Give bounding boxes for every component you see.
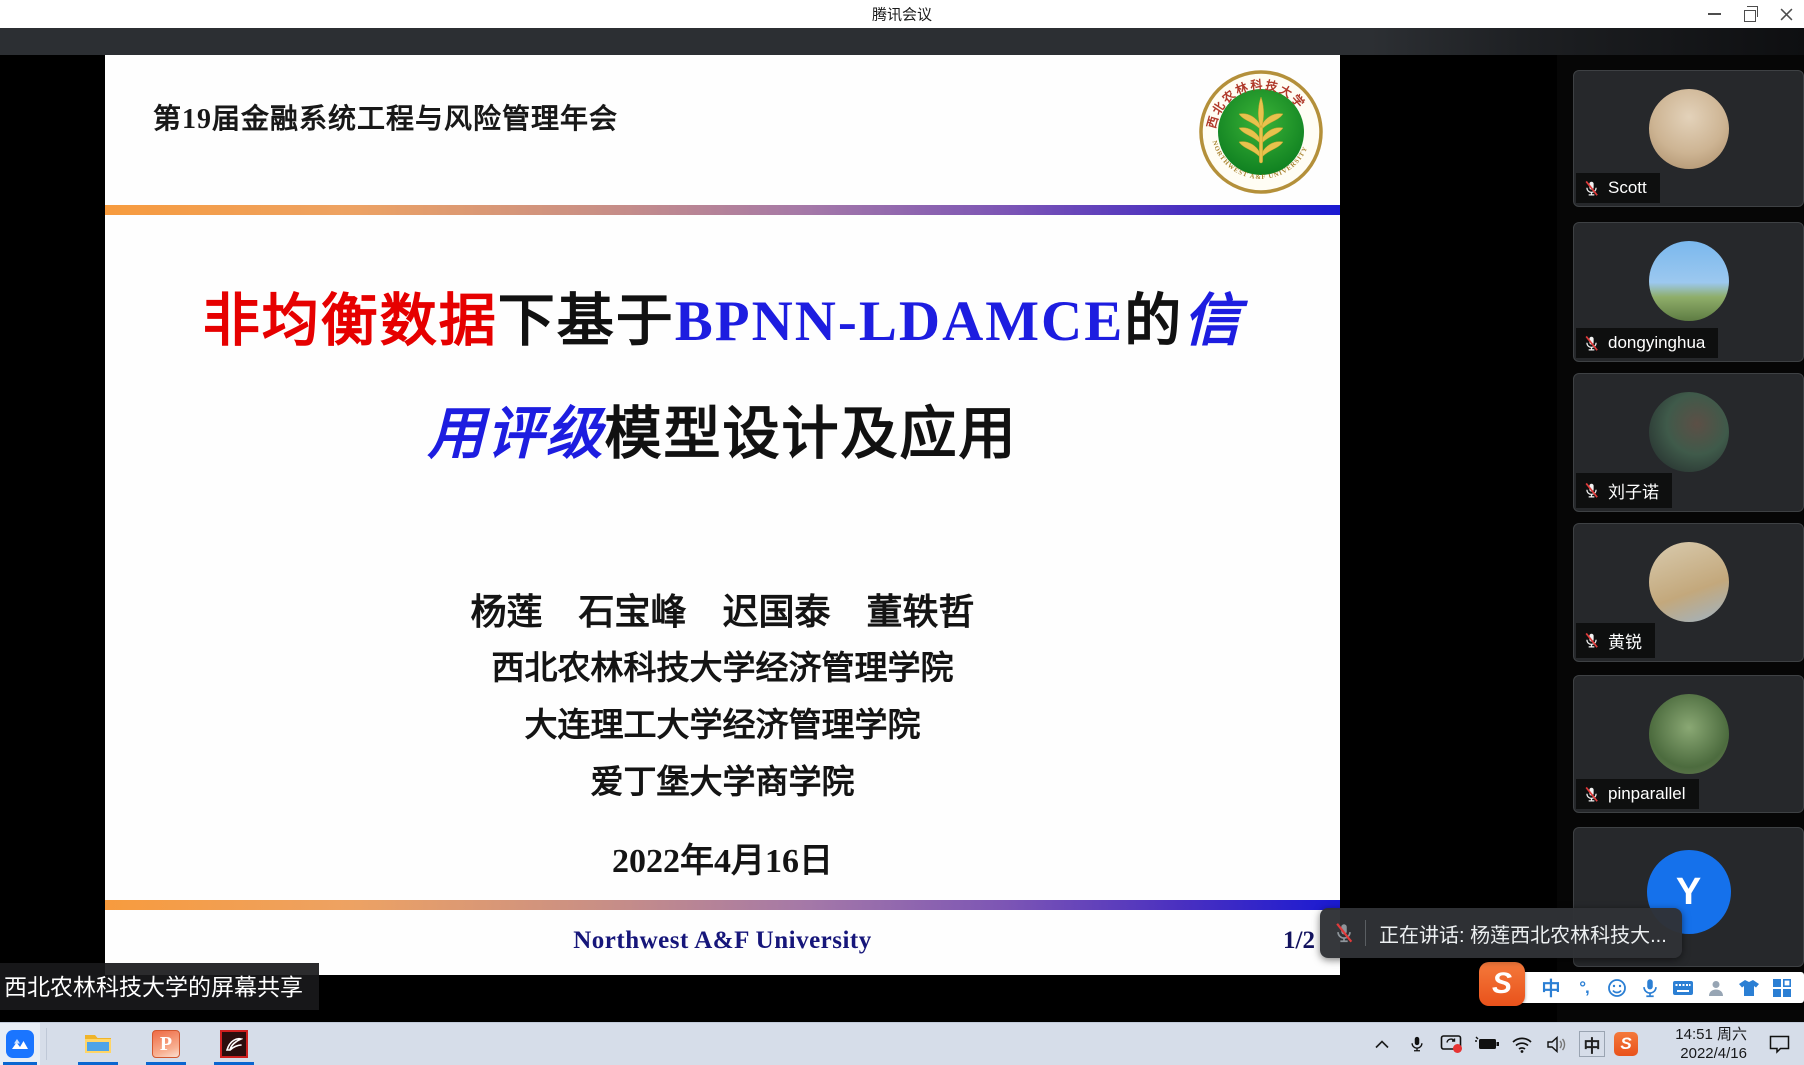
voice-input-icon[interactable] — [1636, 974, 1664, 1002]
window-title: 腾讯会议 — [872, 4, 932, 25]
ime-language-toggle[interactable]: 中 — [1537, 974, 1565, 1002]
powerpoint-icon: P — [152, 1030, 180, 1058]
tray-sogou-icon[interactable]: S — [1614, 1032, 1638, 1056]
muted-mic-icon — [1333, 922, 1355, 944]
muted-mic-icon — [1583, 632, 1600, 649]
slide-divider-top — [105, 205, 1340, 215]
window-controls — [1696, 0, 1804, 28]
speaking-toast-text: 正在讲话: 杨莲西北农林科技大... — [1379, 919, 1667, 948]
participants-sidebar: Scott dongyinghua 刘子诺 黄锐 pinparallel Y — [1557, 55, 1804, 1022]
slide-footer: Northwest A&F University — [105, 927, 1340, 955]
affiliation-1: 西北农林科技大学经济管理学院 — [105, 641, 1340, 689]
close-icon — [1780, 8, 1793, 21]
ime-punctuation-toggle[interactable]: °, — [1570, 974, 1598, 1002]
affiliation-2: 大连理工大学经济管理学院 — [105, 698, 1340, 746]
slide-title-line2: 用评级模型设计及应用 — [105, 388, 1340, 470]
toast-divider — [1365, 920, 1366, 946]
title-segment-black2: 的 — [1124, 290, 1183, 353]
emoji-icon[interactable] — [1603, 974, 1631, 1002]
window-titlebar: 腾讯会议 — [0, 0, 1804, 28]
tencent-meeting-icon — [6, 1030, 34, 1058]
action-center-icon[interactable] — [1762, 1029, 1796, 1059]
tray-wifi-icon[interactable] — [1509, 1029, 1535, 1059]
restore-icon — [1744, 10, 1756, 22]
participant-name: 黄锐 — [1608, 628, 1642, 653]
title-segment-black: 下基于 — [498, 290, 675, 353]
file-explorer-icon — [84, 1032, 112, 1056]
muted-mic-icon — [1583, 482, 1600, 499]
restore-button[interactable] — [1732, 0, 1768, 28]
participant-name-tag: 黄锐 — [1576, 623, 1655, 658]
muted-mic-icon — [1583, 335, 1600, 352]
taskbar-acrobat-button[interactable] — [211, 1023, 257, 1065]
minimize-button[interactable] — [1696, 0, 1732, 28]
participant-name-tag: Scott — [1576, 173, 1660, 203]
title-segment-cursive: 信 — [1183, 290, 1242, 353]
soft-keyboard-icon[interactable] — [1669, 974, 1697, 1002]
meeting-toolbar-strip — [0, 28, 1804, 55]
screen-share-stage: 第19届金融系统工程与风险管理年会 — [0, 55, 1804, 1022]
slide-date: 2022年4月16日 — [105, 833, 1340, 882]
participant-name-tag: pinparallel — [1576, 779, 1699, 809]
participant-name: pinparallel — [1608, 784, 1686, 804]
slide-title-line1: 非均衡数据下基于BPNN-LDAMCE的信 — [105, 275, 1340, 357]
participant-tile[interactable]: 黄锐 — [1573, 523, 1804, 662]
adobe-acrobat-icon — [220, 1030, 248, 1058]
taskbar-file-explorer-button[interactable] — [75, 1023, 121, 1065]
participant-name: dongyinghua — [1608, 333, 1705, 353]
title-segment-red: 非均衡数据 — [203, 290, 498, 353]
tray-microphone-icon[interactable] — [1404, 1029, 1430, 1059]
sogou-logo[interactable]: S — [1479, 962, 1525, 1006]
slide-divider-bottom — [105, 900, 1340, 910]
avatar — [1649, 241, 1729, 321]
shared-slide: 第19届金融系统工程与风险管理年会 — [105, 55, 1340, 975]
conference-title: 第19届金融系统工程与风险管理年会 — [153, 97, 618, 137]
close-button[interactable] — [1768, 0, 1804, 28]
page-number: 1/2 — [1283, 927, 1315, 955]
clock-time: 14:51 周六 — [1653, 1025, 1747, 1045]
title-segment-blue: BPNN-LDAMCE — [675, 290, 1124, 353]
taskbar: P 中 S 14 — [0, 1022, 1804, 1065]
speaking-toast: 正在讲话: 杨莲西北农林科技大... — [1320, 908, 1682, 958]
participant-tile[interactable]: 刘子诺 — [1573, 373, 1804, 512]
participant-name: Scott — [1608, 178, 1647, 198]
participant-name-tag: dongyinghua — [1576, 328, 1718, 358]
university-logo: 西北农林科技大学 NORTHWEST A&F UNIVERSITY — [1198, 69, 1324, 195]
system-tray: 中 S 14:51 周六 2022/4/16 — [1369, 1023, 1804, 1065]
title2-segment-cursive: 用评级 — [428, 403, 605, 466]
taskbar-separator — [46, 1028, 47, 1060]
skin-shirt-icon[interactable] — [1735, 974, 1763, 1002]
powerpoint-letter: P — [160, 1033, 172, 1056]
participant-tile[interactable]: pinparallel — [1573, 675, 1804, 813]
avatar — [1649, 392, 1729, 472]
tray-ime-indicator[interactable]: 中 — [1579, 1031, 1605, 1057]
tray-chevron-icon[interactable] — [1369, 1029, 1395, 1059]
avatar — [1649, 89, 1729, 169]
affiliation-3: 爱丁堡大学商学院 — [105, 755, 1340, 803]
screen-share-label: 西北农林科技大学的屏幕共享 — [0, 963, 319, 1010]
taskbar-clock[interactable]: 14:51 周六 2022/4/16 — [1653, 1025, 1747, 1064]
title2-segment-black: 模型设计及应用 — [605, 403, 1018, 466]
participant-tile[interactable]: Scott — [1573, 70, 1804, 207]
taskbar-apps: P — [0, 1023, 257, 1065]
clock-date: 2022/4/16 — [1653, 1044, 1747, 1064]
avatar-letter: Y — [1676, 871, 1701, 914]
avatar — [1649, 542, 1729, 622]
participant-name: 刘子诺 — [1608, 478, 1659, 503]
muted-mic-icon — [1583, 786, 1600, 803]
tray-cast-notification-icon[interactable] — [1439, 1029, 1465, 1059]
tray-volume-icon[interactable] — [1544, 1029, 1570, 1059]
tray-battery-icon[interactable] — [1474, 1029, 1500, 1059]
avatar — [1649, 694, 1729, 774]
account-icon[interactable] — [1702, 974, 1730, 1002]
toolbox-grid-icon[interactable] — [1768, 974, 1796, 1002]
sogou-ime-toolbar: 中 °, — [1497, 972, 1804, 1003]
participant-name-tag: 刘子诺 — [1576, 473, 1672, 508]
taskbar-tencent-meeting-button[interactable] — [0, 1023, 40, 1065]
minimize-icon — [1708, 13, 1721, 15]
participant-tile[interactable]: dongyinghua — [1573, 222, 1804, 362]
taskbar-powerpoint-button[interactable]: P — [143, 1023, 189, 1065]
muted-mic-icon — [1583, 180, 1600, 197]
authors-line: 杨莲 石宝峰 迟国泰 董轶哲 — [105, 583, 1340, 635]
